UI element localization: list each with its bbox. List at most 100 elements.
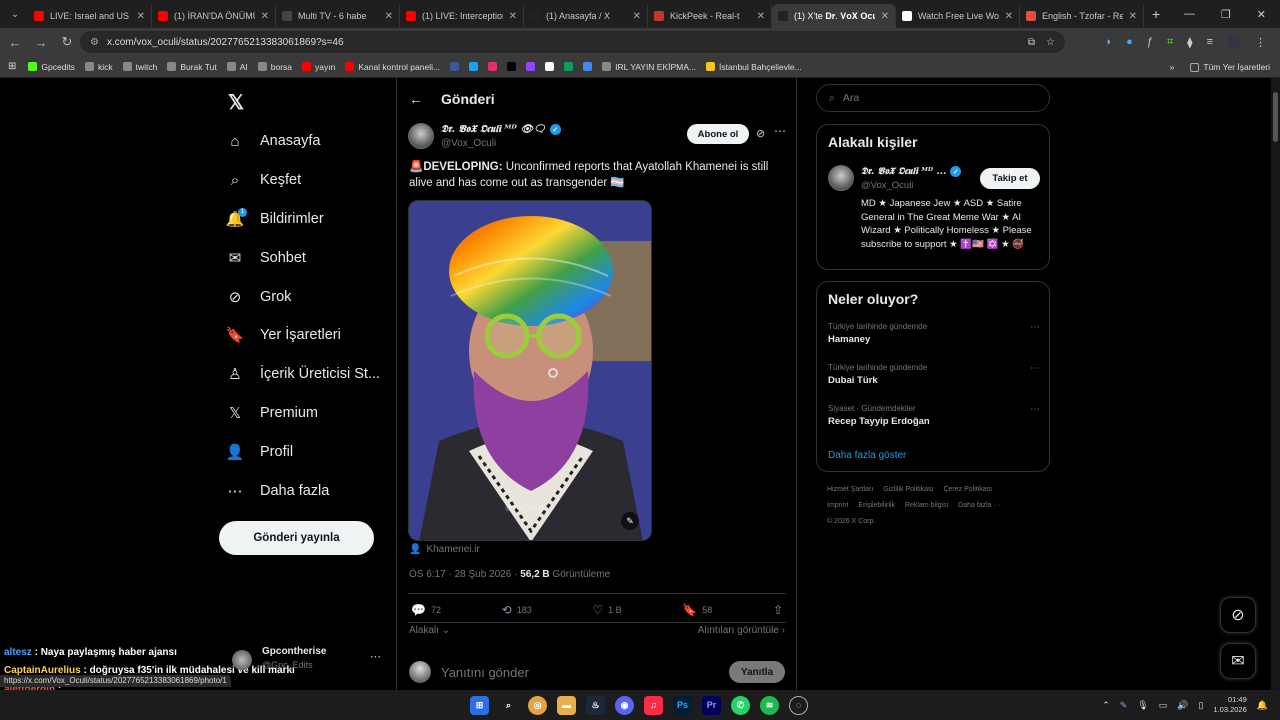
browser-tab[interactable]: (1) Anasayfa / X ✕ — [524, 4, 648, 28]
reload-icon[interactable]: ↻ — [60, 34, 74, 50]
show-more-link[interactable]: Daha fazla göster — [828, 450, 906, 461]
bookmark-item[interactable] — [450, 62, 460, 71]
menu-dots-icon[interactable]: ⋮ — [1255, 36, 1266, 49]
tab-search-button[interactable]: ⌄ — [2, 3, 28, 25]
back-arrow-icon[interactable]: ← — [409, 91, 423, 107]
footer-link[interactable]: Gizlilik Politikası — [883, 486, 933, 493]
photoshop-icon[interactable]: Ps — [673, 695, 692, 715]
nav-item-creator[interactable]: ♙ İçerik Üreticisi St... — [226, 360, 380, 388]
repost-action[interactable]: ⟲ 183 — [502, 603, 532, 617]
grok-fab-icon[interactable]: ⊘ — [1220, 597, 1256, 633]
browser-tab[interactable]: Multi TV - 6 habe ✕ — [276, 4, 400, 28]
browser-tab[interactable]: (1) LIVE: Interception ✕ — [400, 4, 524, 28]
nav-item-more-circle[interactable]: ⋯ Daha fazla — [226, 477, 330, 505]
more-options-icon[interactable]: ⋯ — [1030, 404, 1040, 415]
extension-icon[interactable]: ● — [1126, 36, 1133, 48]
network-icon[interactable]: ▭ — [1159, 700, 1168, 711]
post-time[interactable]: ÖS 6:17 · 28 Şub 2026 · — [409, 569, 520, 580]
install-icon[interactable]: ⧉ — [1028, 37, 1035, 48]
nav-item-bookmark[interactable]: 🔖 Yer İşaretleri — [226, 321, 341, 349]
tab-close-icon[interactable]: ✕ — [1005, 11, 1013, 22]
footer-link[interactable]: Hizmet Şartları — [827, 486, 873, 493]
minimize-button[interactable]: — — [1184, 8, 1195, 20]
author-handle[interactable]: @Vox_Oculi — [441, 138, 496, 149]
browser-tab[interactable]: English - Tzofar - Red ✕ — [1020, 4, 1144, 28]
bookmark-item[interactable]: kick — [84, 62, 113, 72]
tab-close-icon[interactable]: ✕ — [757, 11, 765, 22]
reply-button[interactable]: Yanıtla — [729, 661, 785, 683]
nav-item-x-premium[interactable]: 𝕏 Premium — [226, 399, 318, 427]
bookmarks-overflow-icon[interactable]: » — [1170, 62, 1175, 72]
steam-icon[interactable]: ♨ — [586, 695, 605, 715]
view-quotes-link[interactable]: Alıntıları görüntüle › — [698, 625, 785, 636]
maximize-button[interactable]: ❐ — [1221, 8, 1231, 21]
browser-tab[interactable]: (1) X'te 𝐃𝐫. 𝐕𝐨𝐗 𝐎𝐜𝐮𝐥𝐢 ✕ — [772, 4, 896, 28]
avatar[interactable] — [408, 123, 434, 149]
more-options-icon[interactable]: ⋯ — [1030, 363, 1040, 374]
footer-link[interactable]: Imprint — [827, 502, 848, 509]
browser-tab[interactable]: (1) İRAN'DA ÖNÜMÜ ✕ — [152, 4, 276, 28]
profile-avatar[interactable] — [1227, 35, 1241, 49]
search-input[interactable]: ⌕ Ara — [816, 84, 1050, 112]
extension-icon[interactable]: ◗ — [1106, 36, 1113, 48]
discord-icon[interactable]: ◉ — [615, 695, 634, 715]
sort-dropdown[interactable]: Alakalı ⌄ — [409, 625, 450, 636]
bookmark-item[interactable]: Gpcedits — [28, 62, 75, 72]
spotify-icon[interactable]: ≋ — [760, 695, 779, 715]
address-bar[interactable]: ⚙ x.com/vox_oculi/status/202776521338306… — [80, 31, 1065, 53]
browser-tab[interactable]: Watch Free Live Worl ✕ — [896, 4, 1020, 28]
battery-icon[interactable]: ▯ — [1198, 700, 1203, 711]
trend-item[interactable]: Türkiye tarihinde gündemde Dubai Türk ⋯ — [828, 363, 1040, 386]
share-action[interactable]: ⇧ — [773, 603, 783, 617]
whatsapp-icon[interactable]: ✆ — [731, 695, 750, 715]
more-options-icon[interactable]: ⋯ — [774, 124, 786, 138]
apps-grid-icon[interactable]: ⊞ — [8, 61, 16, 72]
more-options-icon[interactable]: ⋯ — [370, 650, 381, 663]
site-info-icon[interactable]: ⚙ — [90, 37, 99, 48]
close-window-button[interactable]: ✕ — [1257, 8, 1266, 21]
tray-overflow-icon[interactable]: ⌃ — [1102, 700, 1110, 711]
search-icon[interactable]: ⌕ — [499, 696, 518, 715]
bookmark-item[interactable] — [488, 62, 498, 71]
x-logo-icon[interactable]: 𝕏 — [228, 90, 244, 115]
mic-icon[interactable]: 🎙 — [1137, 700, 1148, 711]
footer-link[interactable]: Çerez Politikası — [943, 486, 992, 493]
messages-fab-icon[interactable]: ✉ — [1220, 643, 1256, 679]
reply-action[interactable]: 💬 72 — [411, 603, 441, 617]
avatar[interactable] — [828, 165, 854, 191]
folder-icon[interactable]: ▬ — [557, 695, 576, 715]
bookmark-item[interactable] — [526, 62, 536, 71]
bookmark-item[interactable]: AI — [226, 62, 248, 72]
image-edit-icon[interactable]: ✎ — [621, 512, 639, 530]
footer-link[interactable]: Reklam bilgisi — [905, 502, 948, 509]
tab-close-icon[interactable]: ✕ — [137, 11, 145, 22]
bookmark-item[interactable] — [545, 62, 555, 71]
nav-item-search[interactable]: ⌕ Keşfet — [226, 166, 301, 194]
browser-tab[interactable]: KickPeek - Real-t ✕ — [648, 4, 772, 28]
new-tab-button[interactable]: + — [1152, 6, 1160, 22]
footer-link[interactable]: Daha fazla ··· — [958, 502, 1000, 509]
more-options-icon[interactable]: ⋯ — [1030, 322, 1040, 333]
tab-close-icon[interactable]: ✕ — [881, 11, 889, 22]
trend-item[interactable]: Siyaset · Gündemdekiler Recep Tayyip Erdo… — [828, 404, 1040, 427]
extension-icon[interactable]: ⌗ — [1167, 36, 1173, 49]
pen-icon[interactable]: ✎ — [1120, 700, 1128, 711]
scrollbar-thumb[interactable] — [1273, 92, 1278, 142]
post-button[interactable]: Gönderi yayınla — [219, 521, 374, 555]
back-icon[interactable]: ← — [8, 35, 22, 50]
subscribe-button[interactable]: Abone ol — [687, 124, 749, 144]
tab-close-icon[interactable]: ✕ — [633, 11, 641, 22]
bookmark-action[interactable]: 🔖 58 — [682, 603, 712, 617]
bookmark-item[interactable]: twitch — [122, 62, 157, 72]
footer-link[interactable]: Erişilebilirlik — [858, 502, 895, 509]
bookmark-star-icon[interactable]: ☆ — [1046, 37, 1055, 48]
post-image[interactable]: @Vox_Oculi ✎ — [408, 200, 652, 541]
puzzle-icon[interactable]: ⧫ — [1187, 36, 1192, 49]
bookmark-item[interactable]: Burak Tut — [167, 62, 217, 72]
scrollbar[interactable] — [1271, 78, 1280, 690]
person-name[interactable]: 𝕯𝖗. 𝖁𝖔𝖃 𝕺𝖈𝖚𝖑𝖎 ᴹᴰ ... ✓ — [861, 166, 962, 177]
volume-icon[interactable]: 🔊 — [1177, 700, 1188, 711]
music-icon[interactable]: ♫ — [644, 695, 663, 715]
post-location[interactable]: 👤 Khamenei.ir — [409, 544, 480, 555]
bookmark-item[interactable] — [583, 62, 593, 71]
